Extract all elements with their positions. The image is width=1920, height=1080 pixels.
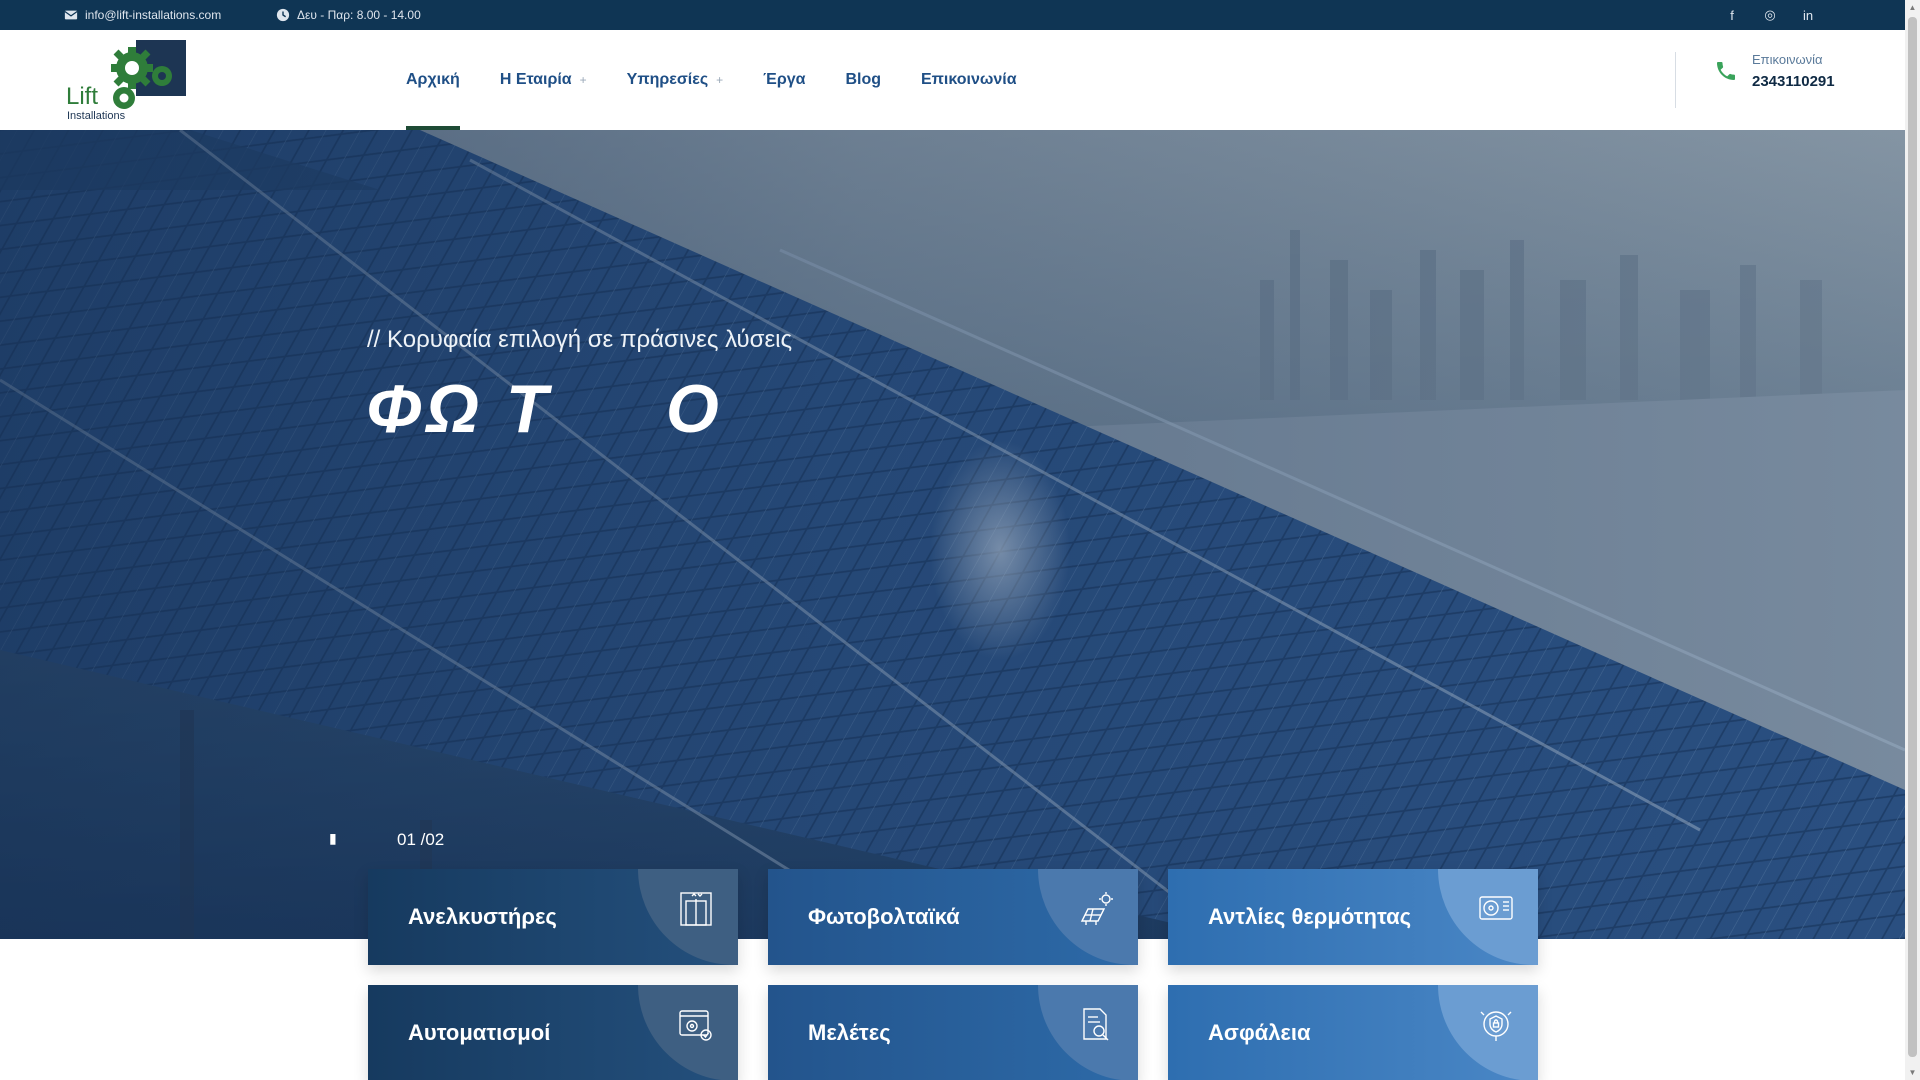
card-label: Αντλίες θερμότητας <box>1208 904 1412 929</box>
plus-icon: + <box>579 73 587 87</box>
logo-sub-text: Installations <box>67 110 126 122</box>
email-text[interactable]: info@lift-installations.com <box>85 8 221 22</box>
solar-panel-icon <box>1080 892 1113 925</box>
card-label: Αυτοματισμοί <box>408 1020 551 1045</box>
nav-label: Blog <box>845 71 881 88</box>
logo-main-text: Lift <box>66 83 98 110</box>
service-card-elevators[interactable]: Ανελκυστήρες <box>368 869 738 965</box>
main-nav: Αρχική Η Εταιρία + Υπηρεσίες + Έργα Blog… <box>406 30 1057 130</box>
hero-overlay <box>0 130 1905 939</box>
plus-icon: + <box>716 73 724 87</box>
nav-item-contact[interactable]: Επικοινωνία <box>921 30 1017 130</box>
hero-slider: // Κορυφαία επιλογή σε πράσινες λύσεις Φ… <box>0 130 1905 939</box>
heat-pump-icon <box>1479 896 1513 920</box>
hero-subtitle: // Κορυφαία επιλογή σε πράσινες λύσεις <box>367 326 793 353</box>
phone-icon <box>1717 62 1735 80</box>
slide-counter: 01 /02 <box>397 830 445 849</box>
nav-label: Η Εταιρία <box>499 71 572 88</box>
nav-label: Έργα <box>763 71 806 88</box>
header-divider <box>1675 52 1676 108</box>
nav-item-services[interactable]: Υπηρεσίες + <box>627 30 724 130</box>
hero-title: ΦΩ Τ Ο <box>366 371 723 447</box>
service-card-automation[interactable]: Αυτοματισμοί <box>368 985 738 1080</box>
clock-icon <box>276 8 290 22</box>
card-label: Ασφάλεια <box>1208 1020 1311 1045</box>
company-logo[interactable]: Lift Installations <box>66 38 190 122</box>
nav-label: Υπηρεσίες <box>626 71 709 88</box>
social-links: f ◎ in <box>1725 0 1815 30</box>
header-contact[interactable]: Επικοινωνία 2343110291 <box>1714 52 1835 90</box>
nav-item-company[interactable]: Η Εταιρία + <box>500 30 587 130</box>
security-icon <box>1480 1011 1512 1041</box>
instagram-icon[interactable]: ◎ <box>1763 7 1777 23</box>
service-card-security[interactable]: Ασφάλεια <box>1168 985 1538 1080</box>
facebook-icon[interactable]: f <box>1725 8 1739 23</box>
service-card-studies[interactable]: Μελέτες <box>768 985 1138 1080</box>
scroll-up-icon[interactable]: ▲ <box>1905 0 1920 15</box>
email-info[interactable]: info@lift-installations.com <box>64 0 221 30</box>
linkedin-icon[interactable]: in <box>1801 8 1815 23</box>
slider-prev-icon[interactable]: ▮ <box>329 830 337 847</box>
scroll-thumb[interactable] <box>1908 17 1917 1057</box>
nav-item-projects[interactable]: Έργα <box>763 30 805 130</box>
top-bar: info@lift-installations.com Δευ - Παρ: 8… <box>0 0 1905 30</box>
nav-item-home[interactable]: Αρχική <box>406 30 460 130</box>
contact-label: Επικοινωνία <box>1752 52 1823 67</box>
scroll-down-icon[interactable]: ▼ <box>1905 1065 1920 1080</box>
card-label: Ανελκυστήρες <box>408 904 557 929</box>
service-card-heat-pumps[interactable]: Αντλίες θερμότητας <box>1168 869 1538 965</box>
nav-item-blog[interactable]: Blog <box>845 30 881 130</box>
nav-label: Αρχική <box>406 71 460 88</box>
hours-text: Δευ - Παρ: 8.00 - 14.00 <box>297 8 421 22</box>
envelope-icon <box>64 10 78 20</box>
nav-label: Επικοινωνία <box>921 71 1017 88</box>
elevator-icon <box>680 892 712 926</box>
contact-phone[interactable]: 2343110291 <box>1752 73 1835 90</box>
study-document-icon <box>1083 1008 1109 1041</box>
hours-info: Δευ - Παρ: 8.00 - 14.00 <box>276 0 421 30</box>
card-label: Φωτοβολταϊκά <box>808 904 960 929</box>
page-scrollbar[interactable]: ▲ ▼ <box>1905 0 1920 1080</box>
service-card-photovoltaics[interactable]: Φωτοβολταϊκά <box>768 869 1138 965</box>
site-header: Lift Installations Αρχική Η Εταιρία + Υπ… <box>0 30 1905 130</box>
automation-icon <box>679 1010 712 1041</box>
contact-text: Επικοινωνία 2343110291 <box>1752 52 1835 90</box>
card-label: Μελέτες <box>808 1020 891 1045</box>
